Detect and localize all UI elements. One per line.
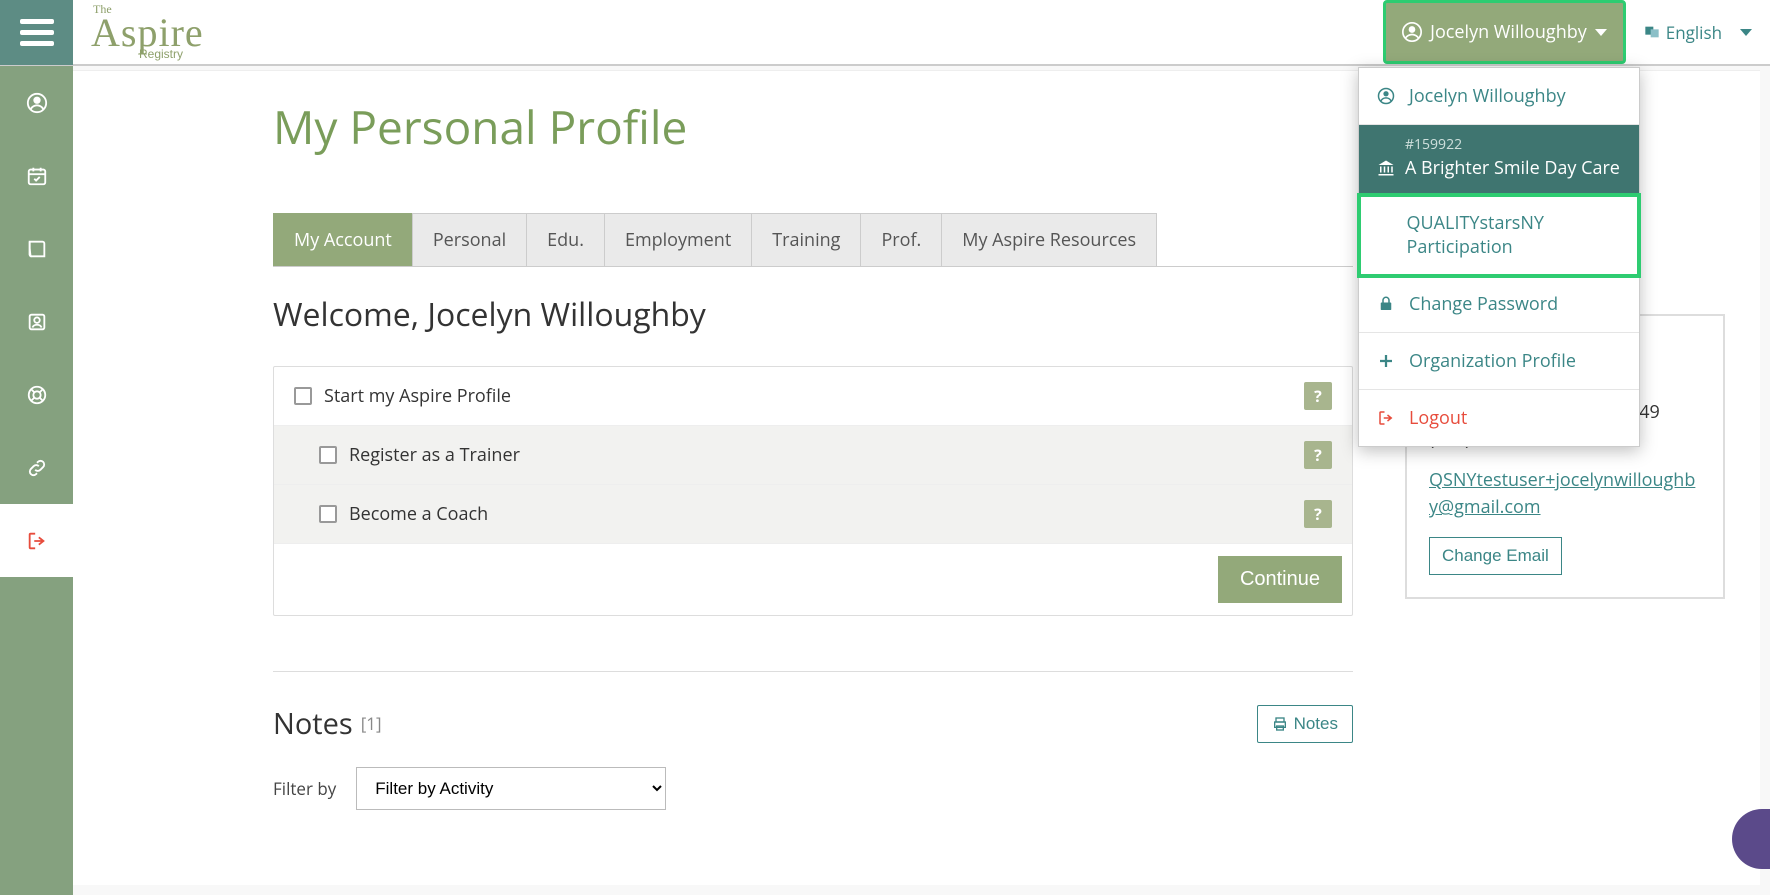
tab-professional[interactable]: Prof. — [860, 213, 942, 266]
dropdown-change-password-label: Change Password — [1409, 292, 1558, 316]
task-label: Become a Coach — [349, 502, 488, 526]
contact-email-link[interactable]: QSNYtestuser+jocelynwilloughby@gmail.com — [1429, 468, 1695, 519]
sign-out-icon — [26, 530, 48, 552]
checkbox-start-profile[interactable] — [294, 387, 312, 405]
profile-tabs: My Account Personal Edu. Employment Trai… — [273, 213, 1353, 267]
calendar-check-icon — [26, 165, 48, 187]
user-menu-name: Jocelyn Willoughby — [1430, 20, 1587, 44]
tab-education[interactable]: Edu. — [526, 213, 605, 266]
logo-sub-text: Registry — [139, 49, 204, 60]
print-notes-button[interactable]: Notes — [1257, 705, 1353, 743]
user-circle-icon — [26, 92, 48, 114]
sign-out-icon — [1377, 409, 1395, 427]
dropdown-org-name: A Brighter Smile Day Care — [1405, 156, 1620, 180]
dropdown-item-user[interactable]: Jocelyn Willoughby — [1359, 68, 1639, 125]
language-selector[interactable]: English — [1626, 0, 1770, 64]
institution-icon — [1377, 159, 1395, 177]
filter-label: Filter by — [273, 777, 336, 800]
user-circle-icon — [1402, 22, 1422, 42]
dropdown-item-logout[interactable]: Logout — [1359, 390, 1639, 446]
task-checklist: Start my Aspire Profile ? Register as a … — [273, 366, 1353, 616]
task-row-register-trainer: Register as a Trainer ? — [274, 425, 1352, 484]
continue-row: Continue — [274, 543, 1352, 615]
task-row-start-profile: Start my Aspire Profile ? — [274, 367, 1352, 425]
hamburger-menu-button[interactable] — [0, 0, 73, 65]
id-card-icon — [26, 311, 48, 333]
dropdown-qstars-label: QUALITYstarsNY Participation — [1407, 211, 1621, 259]
help-icon[interactable]: ? — [1304, 441, 1332, 469]
tab-training[interactable]: Training — [751, 213, 861, 266]
tab-personal[interactable]: Personal — [412, 213, 527, 266]
user-dropdown-menu: Jocelyn Willoughby #159922 A Brighter Sm… — [1358, 67, 1640, 447]
dropdown-user-name: Jocelyn Willoughby — [1409, 84, 1566, 108]
tab-my-account[interactable]: My Account — [273, 213, 413, 266]
dropdown-org-profile-label: Organization Profile — [1409, 349, 1576, 373]
sidebar-item-logout[interactable] — [0, 504, 73, 577]
main-column: My Personal Profile My Account Personal … — [273, 96, 1353, 810]
checkbox-register-trainer[interactable] — [319, 446, 337, 464]
sidebar-item-help[interactable] — [0, 358, 73, 431]
link-icon — [26, 457, 48, 479]
tab-employment[interactable]: Employment — [604, 213, 752, 266]
welcome-heading: Welcome, Jocelyn Willoughby — [273, 293, 1353, 336]
dropdown-item-change-password[interactable]: Change Password — [1359, 276, 1639, 333]
top-header: The Aspire Registry Jocelyn Willoughby E… — [0, 0, 1770, 66]
sidebar-item-calendar[interactable] — [0, 139, 73, 212]
book-icon — [26, 238, 48, 260]
user-menu-button[interactable]: Jocelyn Willoughby — [1383, 0, 1626, 64]
divider — [273, 671, 1353, 672]
dropdown-item-org-profile[interactable]: Organization Profile — [1359, 333, 1639, 390]
lock-icon — [1377, 295, 1395, 313]
user-circle-icon — [1377, 87, 1395, 105]
notes-count: [1] — [361, 712, 382, 735]
filter-activity-select[interactable]: Filter by Activity — [356, 767, 666, 810]
language-label: English — [1666, 21, 1722, 44]
dropdown-logout-label: Logout — [1409, 406, 1467, 430]
dropdown-org-number: #159922 — [1405, 135, 1621, 154]
plus-icon — [1377, 352, 1395, 370]
sidebar-item-book[interactable] — [0, 212, 73, 285]
sidebar-item-id[interactable] — [0, 285, 73, 358]
print-icon — [1272, 716, 1288, 732]
translate-icon — [1644, 24, 1660, 40]
logo-main-text: Aspire — [91, 15, 204, 52]
tab-resources[interactable]: My Aspire Resources — [941, 213, 1157, 266]
task-label: Start my Aspire Profile — [324, 384, 511, 408]
change-email-button[interactable]: Change Email — [1429, 537, 1562, 575]
sidebar-item-profile[interactable] — [0, 66, 73, 139]
notes-filter-row: Filter by Filter by Activity — [273, 767, 1353, 810]
caret-down-icon — [1595, 29, 1607, 36]
task-row-become-coach: Become a Coach ? — [274, 484, 1352, 543]
task-label: Register as a Trainer — [349, 443, 520, 467]
caret-down-icon — [1740, 29, 1752, 36]
continue-button[interactable]: Continue — [1218, 556, 1342, 603]
notes-title: Notes — [273, 704, 353, 743]
hamburger-icon — [20, 16, 54, 49]
left-sidebar — [0, 66, 73, 895]
dropdown-item-organization[interactable]: #159922 A Brighter Smile Day Care — [1359, 125, 1639, 195]
checkbox-become-coach[interactable] — [319, 505, 337, 523]
page-title: My Personal Profile — [273, 96, 1353, 158]
notes-header: Notes [1] Notes — [273, 704, 1353, 743]
help-icon[interactable]: ? — [1304, 500, 1332, 528]
lifebuoy-icon — [26, 384, 48, 406]
print-notes-label: Notes — [1294, 714, 1338, 734]
sidebar-item-link[interactable] — [0, 431, 73, 504]
top-right-controls: Jocelyn Willoughby English — [1383, 0, 1770, 64]
help-icon[interactable]: ? — [1304, 382, 1332, 410]
dropdown-item-qualitystars[interactable]: QUALITYstarsNY Participation — [1359, 195, 1639, 276]
logo[interactable]: The Aspire Registry — [91, 4, 204, 61]
